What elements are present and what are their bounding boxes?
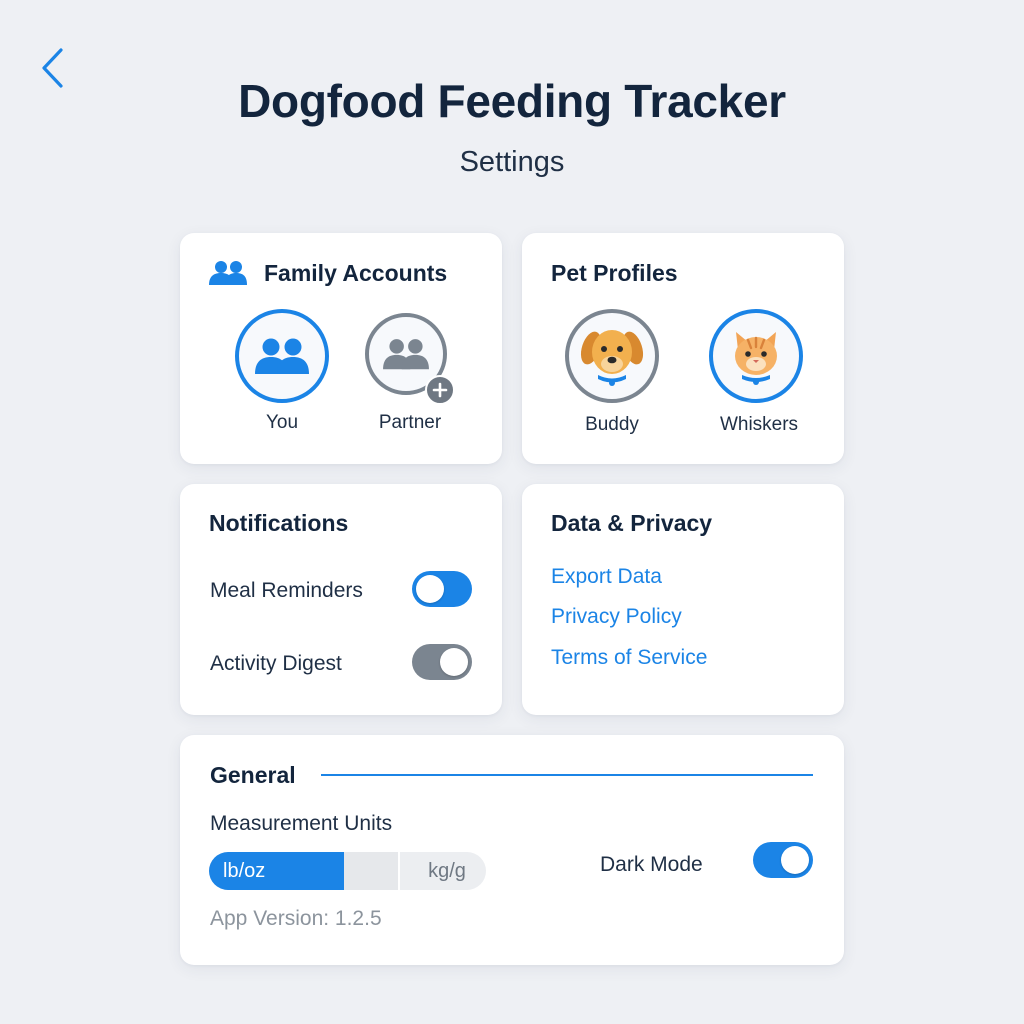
data-privacy-title: Data & Privacy [551, 510, 713, 536]
dark-mode-label: Dark Mode [600, 853, 703, 876]
app-title: Dogfood Feeding Tracker [238, 75, 786, 127]
section-divider [321, 774, 813, 776]
account-avatar-you[interactable] [235, 309, 329, 403]
toggle-knob [781, 846, 809, 874]
general-card: General Measurement Units lb/oz kg/g Dar… [180, 735, 844, 965]
notifications-card: Notifications Meal Reminders Activity Di… [180, 484, 502, 715]
toggle-knob [440, 648, 468, 676]
units-option-spacer[interactable] [344, 852, 400, 890]
pet-avatar-whiskers[interactable] [709, 309, 803, 403]
notifications-title: Notifications [209, 510, 349, 536]
activity-digest-toggle[interactable] [412, 644, 472, 680]
dog-icon [580, 330, 644, 386]
pet-profiles-card: Pet Profiles Buddy Whiskers [522, 233, 844, 464]
account-label-you: You [265, 412, 299, 433]
toggle-knob [416, 575, 444, 603]
app-version: App Version: 1.2.5 [210, 907, 382, 930]
people-icon [209, 261, 247, 285]
activity-digest-label: Activity Digest [210, 652, 342, 675]
settings-screen: Dogfood Feeding Tracker Settings Family … [0, 0, 1024, 1024]
page-subtitle: Settings [459, 146, 565, 178]
export-data-link[interactable]: Export Data [551, 565, 662, 589]
people-icon [255, 338, 309, 374]
add-icon [432, 382, 448, 398]
general-title: General [210, 762, 296, 788]
add-partner-button[interactable] [425, 375, 455, 405]
pet-label-whiskers: Whiskers [719, 414, 799, 435]
pet-label-buddy: Buddy [585, 414, 639, 435]
family-accounts-card: Family Accounts You Partner [180, 233, 502, 464]
terms-of-service-link[interactable]: Terms of Service [551, 646, 707, 670]
pet-avatar-buddy[interactable] [565, 309, 659, 403]
meal-reminders-label: Meal Reminders [210, 579, 363, 602]
measurement-units-label: Measurement Units [210, 812, 393, 835]
data-privacy-card: Data & Privacy Export Data Privacy Polic… [522, 484, 844, 715]
people-icon [383, 339, 429, 370]
privacy-policy-link[interactable]: Privacy Policy [551, 605, 682, 629]
meal-reminders-toggle[interactable] [412, 571, 472, 607]
pet-profiles-title: Pet Profiles [551, 260, 678, 286]
dark-mode-toggle[interactable] [753, 842, 813, 878]
family-accounts-title: Family Accounts [264, 260, 448, 286]
units-option-lb-oz[interactable]: lb/oz [209, 852, 344, 890]
units-option-kg-g[interactable]: kg/g [400, 852, 486, 890]
cat-icon [735, 332, 777, 385]
measurement-units-selector: lb/oz kg/g [209, 852, 486, 890]
account-label-partner: Partner [378, 412, 442, 433]
